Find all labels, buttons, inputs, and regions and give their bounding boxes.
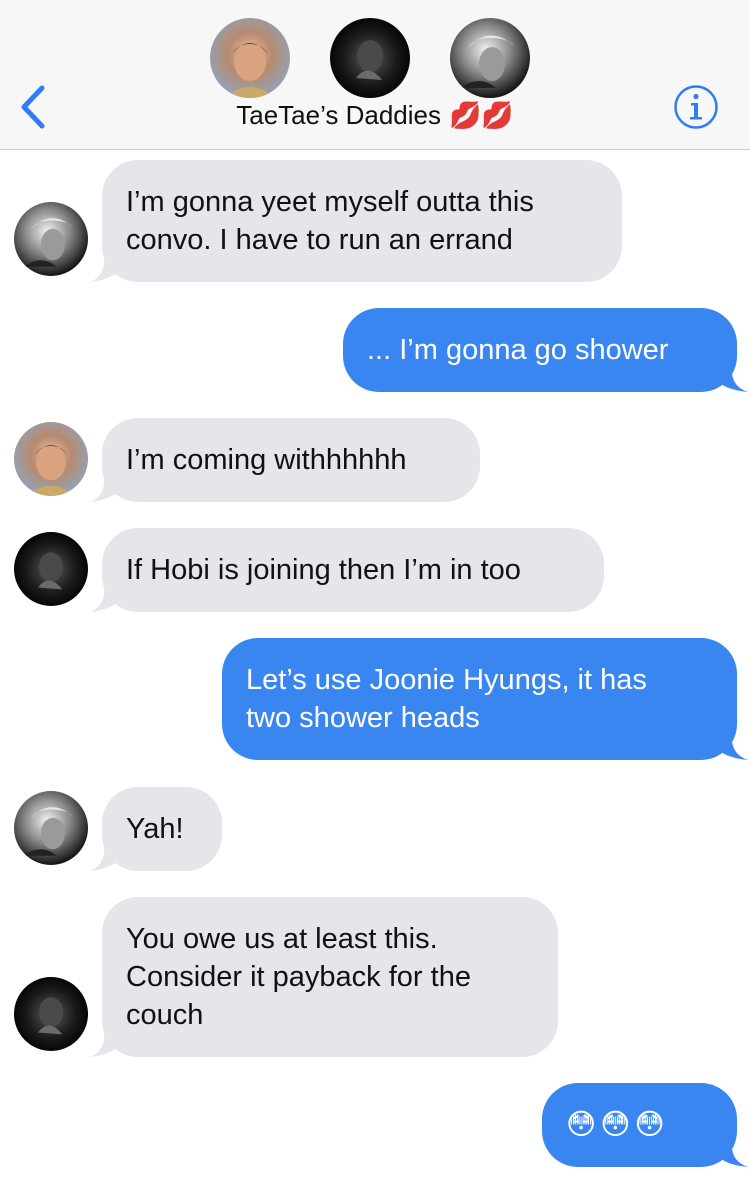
group-name[interactable]: TaeTae’s Daddies 💋💋	[0, 100, 750, 136]
hobi-avatar	[210, 18, 290, 98]
flushed-face-icon: 😳😳😳	[566, 1109, 669, 1141]
message-bubble[interactable]: ... I’m gonna go shower	[343, 308, 737, 392]
group-avatar-namjoon[interactable]	[450, 18, 530, 98]
group-name-label: TaeTae’s Daddies	[236, 100, 441, 130]
namjoon-avatar	[14, 202, 88, 276]
message-text: couch	[126, 999, 204, 1031]
yoongi-avatar	[14, 532, 88, 606]
sender-avatar-yoongi[interactable]	[14, 532, 88, 606]
sender-avatar-namjoon[interactable]	[14, 791, 88, 865]
yoongi-avatar	[14, 977, 88, 1051]
message-bubble[interactable]: I’m gonna yeet myself outta this convo. …	[102, 160, 622, 282]
message-text: I’m coming withhhhhh	[126, 444, 407, 476]
message-row: Let’s use Joonie Hyungs, it has two show…	[0, 638, 750, 760]
message-text: Yah!	[126, 813, 184, 845]
conversation-header: TaeTae’s Daddies 💋💋	[0, 0, 750, 150]
message-text: Consider it payback for the	[126, 961, 471, 993]
namjoon-avatar	[450, 18, 530, 98]
message-text: You owe us at least this.	[126, 923, 438, 955]
message-text: If Hobi is joining then I’m in too	[126, 554, 521, 586]
message-bubble[interactable]: Let’s use Joonie Hyungs, it has two show…	[222, 638, 737, 760]
message-bubble[interactable]: If Hobi is joining then I’m in too	[102, 528, 604, 612]
info-icon	[674, 85, 718, 129]
group-avatar-hobi[interactable]	[210, 18, 290, 98]
sender-avatar-yoongi[interactable]	[14, 977, 88, 1051]
message-row: I’m gonna yeet myself outta this convo. …	[0, 160, 750, 282]
message-row: If Hobi is joining then I’m in too	[0, 528, 750, 612]
message-text: ... I’m gonna go shower	[367, 334, 669, 366]
info-button[interactable]	[673, 84, 719, 130]
message-text: convo. I have to run an errand	[126, 224, 513, 256]
sender-avatar-namjoon[interactable]	[14, 202, 88, 276]
message-row: ... I’m gonna go shower	[0, 308, 750, 392]
message-text: Let’s use Joonie Hyungs, it has	[246, 664, 647, 696]
hobi-avatar	[14, 422, 88, 496]
group-avatar-yoongi[interactable]	[330, 18, 410, 98]
sender-avatar-hobi[interactable]	[14, 422, 88, 496]
namjoon-avatar	[14, 791, 88, 865]
kiss-mark-icon: 💋💋	[449, 100, 514, 130]
message-bubble[interactable]: You owe us at least this. Consider it pa…	[102, 897, 558, 1057]
yoongi-avatar	[330, 18, 410, 98]
message-bubble[interactable]: I’m coming withhhhhh	[102, 418, 480, 502]
message-bubble[interactable]: Yah!	[102, 787, 222, 871]
message-text: two shower heads	[246, 702, 480, 734]
message-bubble[interactable]: 😳😳😳	[542, 1083, 737, 1167]
message-row: 😳😳😳	[0, 1083, 750, 1167]
message-row: You owe us at least this. Consider it pa…	[0, 897, 750, 1057]
message-row: Yah!	[0, 787, 750, 871]
message-row: I’m coming withhhhhh	[0, 418, 750, 502]
message-text: I’m gonna yeet myself outta this	[126, 186, 534, 218]
